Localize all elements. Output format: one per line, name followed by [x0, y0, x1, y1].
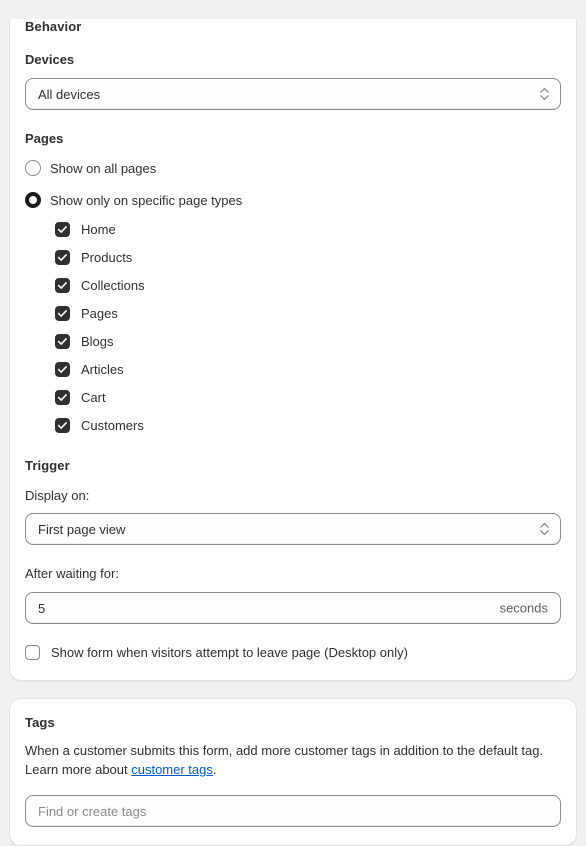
radio-show-on-all-pages-label: Show on all pages [50, 160, 157, 176]
pages-label: Pages [25, 131, 64, 146]
display-on-select-value: First page view [38, 521, 126, 537]
check-icon [55, 362, 70, 377]
trigger-section-title: Trigger [25, 458, 70, 473]
check-icon [55, 278, 70, 293]
devices-select-box[interactable]: All devices [25, 78, 561, 110]
checkbox-icon-unchecked [25, 645, 40, 660]
check-icon [55, 390, 70, 405]
checkbox-label-articles: Articles [81, 362, 124, 377]
tags-description-after: . [212, 762, 217, 777]
checkbox-row-cart[interactable]: Cart [55, 390, 561, 405]
checkbox-label-exit-intent: Show form when visitors attempt to leave… [51, 645, 408, 660]
checkbox-label-pages: Pages [81, 306, 118, 321]
check-icon [55, 250, 70, 265]
tags-search-input[interactable] [25, 795, 561, 827]
checkbox-label-cart: Cart [81, 390, 106, 405]
after-waiting-input[interactable] [25, 592, 561, 624]
checkbox-row-collections[interactable]: Collections [55, 278, 561, 293]
behavior-trigger-card: Behavior Devices All devices Pages Show … [9, 19, 577, 681]
tags-field[interactable] [25, 795, 561, 827]
checkbox-row-exit-intent[interactable]: Show form when visitors attempt to leave… [25, 645, 561, 660]
check-icon [55, 222, 70, 237]
checkbox-row-blogs[interactable]: Blogs [55, 334, 561, 349]
customer-tags-link[interactable]: customer tags [131, 762, 213, 777]
checkbox-label-products: Products [81, 250, 133, 265]
radio-icon-unselected [25, 160, 41, 176]
devices-select-value: All devices [38, 86, 101, 102]
check-icon [55, 334, 70, 349]
display-on-label: Display on: [25, 488, 90, 503]
tags-card: Tags When a customer submits this form, … [9, 698, 577, 846]
checkbox-row-products[interactable]: Products [55, 250, 561, 265]
radio-show-on-all-pages[interactable]: Show on all pages [25, 160, 561, 176]
devices-select[interactable]: All devices [25, 78, 561, 110]
page-types-checkbox-list: Home Products Collections Pages Blogs Ar… [25, 222, 561, 433]
checkbox-row-home[interactable]: Home [55, 222, 561, 237]
tags-section-title: Tags [25, 715, 55, 730]
radio-show-specific-page-types-label: Show only on specific page types [50, 192, 243, 208]
behavior-section-title: Behavior [25, 19, 82, 34]
display-on-select-box[interactable]: First page view [25, 513, 561, 545]
checkbox-label-collections: Collections [81, 278, 145, 293]
checkbox-row-customers[interactable]: Customers [55, 418, 561, 433]
checkbox-label-home: Home [81, 222, 116, 237]
radio-icon-selected [25, 192, 41, 208]
check-icon [55, 306, 70, 321]
checkbox-row-articles[interactable]: Articles [55, 362, 561, 377]
checkbox-row-pages[interactable]: Pages [55, 306, 561, 321]
checkbox-label-customers: Customers [81, 418, 144, 433]
display-on-select[interactable]: First page view [25, 513, 561, 545]
tags-description: When a customer submits this form, add m… [25, 741, 561, 779]
after-waiting-label: After waiting for: [25, 566, 119, 581]
devices-label: Devices [25, 52, 75, 67]
tags-description-before: When a customer submits this form, add m… [25, 743, 544, 777]
checkbox-label-blogs: Blogs [81, 334, 114, 349]
radio-show-specific-page-types[interactable]: Show only on specific page types [25, 192, 561, 208]
after-waiting-field[interactable]: seconds [25, 592, 561, 624]
check-icon [55, 418, 70, 433]
form-settings-page: Behavior Devices All devices Pages Show … [0, 0, 586, 846]
